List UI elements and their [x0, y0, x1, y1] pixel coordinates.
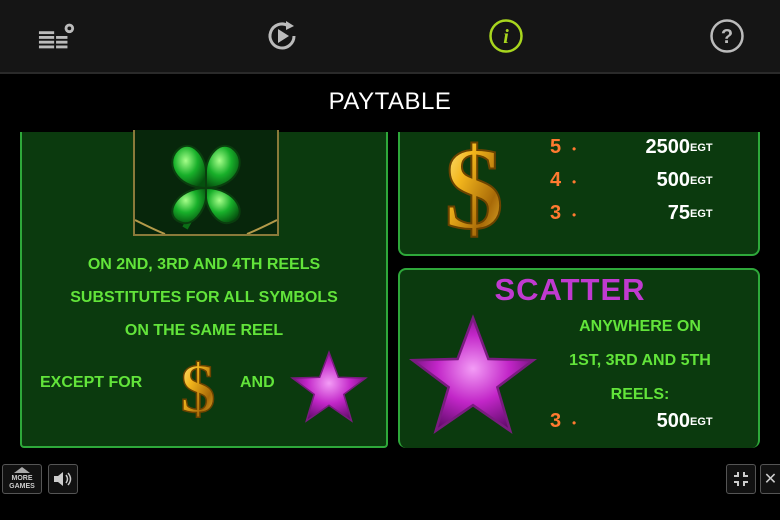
pay-count: 3: [550, 202, 562, 224]
pay-count: 5: [550, 136, 562, 158]
scatter-line-2: 1ST, 3RD AND 5TH: [569, 352, 711, 369]
scatter-title: SCATTER: [494, 272, 646, 307]
top-toolbar: i ?: [0, 0, 780, 74]
pay-count: 4: [550, 169, 562, 191]
pay-row-4: 4 • 500 EGT: [550, 169, 713, 191]
svg-text:$: $: [181, 351, 216, 422]
scatter-pay-row-3: 3 • 500 EGT: [550, 410, 713, 432]
scatter-star-icon: [408, 314, 538, 434]
pay-currency: EGT: [690, 208, 713, 220]
autoplay-icon[interactable]: [263, 17, 301, 55]
scatter-paytable-panel: SCATTER ANYWHERE ON 1ST, 3RD AND 5TH REE…: [398, 268, 760, 448]
settings-icon[interactable]: [38, 17, 76, 55]
wild-line-3: ON THE SAME REEL: [124, 322, 284, 339]
help-symbol: ?: [721, 26, 733, 48]
shrink-icon: [734, 472, 748, 486]
pay-value: 2500: [645, 136, 691, 158]
more-games-button[interactable]: MORE GAMES: [2, 464, 42, 494]
pay-currency: EGT: [690, 416, 713, 428]
page-title: PAYTABLE: [328, 88, 452, 115]
scatter-line-3: REELS:: [610, 386, 670, 403]
dollar-small-icon: $: [180, 350, 217, 422]
pay-value: 75: [667, 202, 690, 224]
speaker-icon: [54, 472, 72, 486]
more-games-line-2: GAMES: [9, 483, 35, 490]
except-for-label: EXCEPT FOR: [40, 374, 143, 391]
fullscreen-exit-button[interactable]: [726, 464, 756, 494]
pay-count: 3: [550, 410, 562, 432]
scatter-line-1: ANYWHERE ON: [579, 318, 701, 335]
pay-value: 500: [656, 410, 690, 432]
wild-line-2: SUBSTITUTES FOR ALL SYMBOLS: [70, 289, 338, 306]
pay-row-3: 3 • 75 EGT: [550, 202, 713, 224]
wild-line-1: ON 2ND, 3RD AND 4TH REELS: [87, 256, 321, 273]
star-small-icon: [290, 350, 368, 423]
info-symbol: i: [503, 26, 509, 48]
help-icon[interactable]: ?: [708, 17, 746, 55]
info-icon[interactable]: i: [487, 17, 525, 55]
close-button[interactable]: ✕: [760, 464, 780, 494]
pay-row-5: 5 • 2500 EGT: [550, 136, 713, 158]
dollar-symbol-icon: $: [444, 128, 505, 240]
svg-text:$: $: [445, 128, 504, 240]
and-label: AND: [240, 374, 275, 391]
pay-value: 500: [656, 169, 690, 191]
dollar-paytable-panel: $ 5 • 2500 EGT 4 • 500 EGT 3 • 75 EGT: [398, 128, 760, 256]
sound-button[interactable]: [48, 464, 78, 494]
clover-wild-symbol: [133, 130, 279, 236]
more-games-line-1: MORE: [11, 475, 33, 482]
pay-currency: EGT: [690, 175, 713, 187]
wild-panel: ON 2ND, 3RD AND 4TH REELS SUBSTITUTES FO…: [20, 130, 388, 448]
pay-currency: EGT: [690, 142, 713, 154]
